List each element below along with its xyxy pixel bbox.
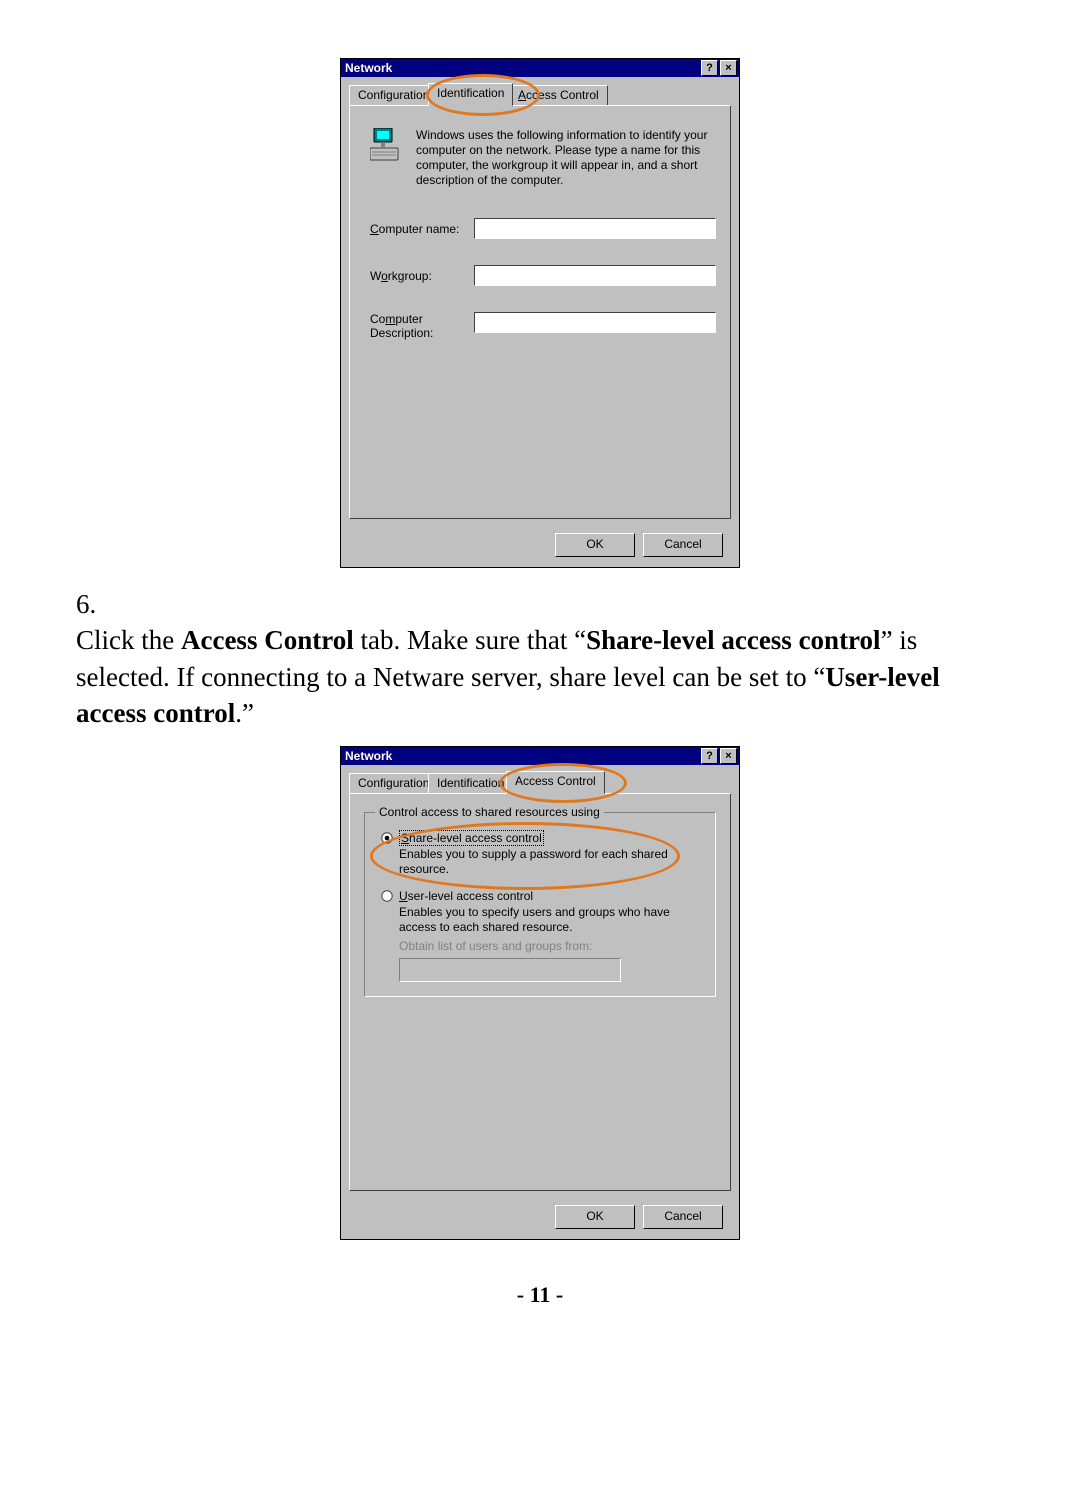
tab-configuration[interactable]: Configuration — [349, 85, 438, 106]
button-row: OK Cancel — [341, 527, 739, 567]
label-workgroup: Workgroup: — [370, 269, 474, 283]
input-workgroup[interactable] — [474, 265, 716, 286]
radio-user-level[interactable]: User-level access control — [381, 889, 699, 903]
identification-panel: Windows uses the following information t… — [349, 105, 731, 519]
cancel-button[interactable]: Cancel — [643, 1205, 723, 1229]
titlebar: Network ? × — [341, 747, 739, 765]
network-dialog-2: Network ? × Configuration Identification… — [340, 746, 740, 1240]
user-level-desc: Enables you to specify users and groups … — [399, 905, 699, 935]
titlebar: Network ? × — [341, 59, 739, 77]
access-control-panel: Control access to shared resources using… — [349, 793, 731, 1191]
step-number: 6. — [76, 586, 120, 622]
close-button[interactable]: × — [720, 748, 737, 764]
input-description[interactable] — [474, 312, 716, 333]
radio-unselected-icon — [381, 890, 393, 902]
input-computer-name[interactable] — [474, 218, 716, 239]
access-control-groupbox: Control access to shared resources using… — [364, 812, 716, 997]
obtain-label: Obtain list of users and groups from: — [399, 939, 699, 954]
radio-share-level-label: Share-level access control — [399, 831, 544, 845]
info-text: Windows uses the following information t… — [416, 128, 716, 188]
radio-user-level-label: User-level access control — [399, 889, 533, 903]
tab-access-control[interactable]: Access Control — [506, 771, 605, 794]
button-row: OK Cancel — [341, 1199, 739, 1239]
screenshot-access-control-tab: Network ? × Configuration Identification… — [340, 746, 740, 1240]
network-id-icon — [370, 128, 402, 188]
ok-button[interactable]: OK — [555, 1205, 635, 1229]
tab-identification[interactable]: Identification — [428, 773, 513, 794]
radio-selected-icon — [381, 832, 393, 844]
help-button[interactable]: ? — [701, 748, 718, 764]
row-description: ComputerDescription: — [350, 306, 730, 346]
network-dialog-1: Network ? × Configuration Identification… — [340, 58, 740, 568]
input-obtain-list — [399, 958, 621, 982]
label-computer-name: Computer name: — [370, 222, 474, 236]
radio-share-level[interactable]: Share-level access control — [381, 831, 699, 845]
cancel-button[interactable]: Cancel — [643, 533, 723, 557]
share-level-desc: Enables you to supply a password for eac… — [399, 847, 699, 877]
close-button[interactable]: × — [720, 60, 737, 76]
row-workgroup: Workgroup: — [350, 259, 730, 292]
tab-strip: Configuration Identification Access Cont… — [349, 85, 731, 105]
screenshot-identification-tab: Network ? × Configuration Identification… — [340, 58, 740, 568]
groupbox-legend: Control access to shared resources using — [375, 805, 604, 819]
tab-access-control[interactable]: Access Control — [509, 85, 608, 106]
dialog-title: Network — [345, 61, 699, 75]
ok-button[interactable]: OK — [555, 533, 635, 557]
tab-configuration[interactable]: Configuration — [349, 773, 438, 794]
page-number: - 11 - — [60, 1282, 1020, 1308]
label-description: ComputerDescription: — [370, 312, 474, 340]
row-computer-name: Computer name: — [350, 212, 730, 245]
tab-identification[interactable]: Identification — [428, 83, 513, 106]
step-body: Click the Access Control tab. Make sure … — [76, 622, 996, 731]
help-button[interactable]: ? — [701, 60, 718, 76]
dialog-title: Network — [345, 749, 699, 763]
document-page: Network ? × Configuration Identification… — [0, 0, 1080, 1308]
step-6: 6.Click the Access Control tab. Make sur… — [76, 586, 1020, 732]
info-row: Windows uses the following information t… — [350, 106, 730, 198]
tab-strip: Configuration Identification Access Cont… — [349, 773, 731, 793]
